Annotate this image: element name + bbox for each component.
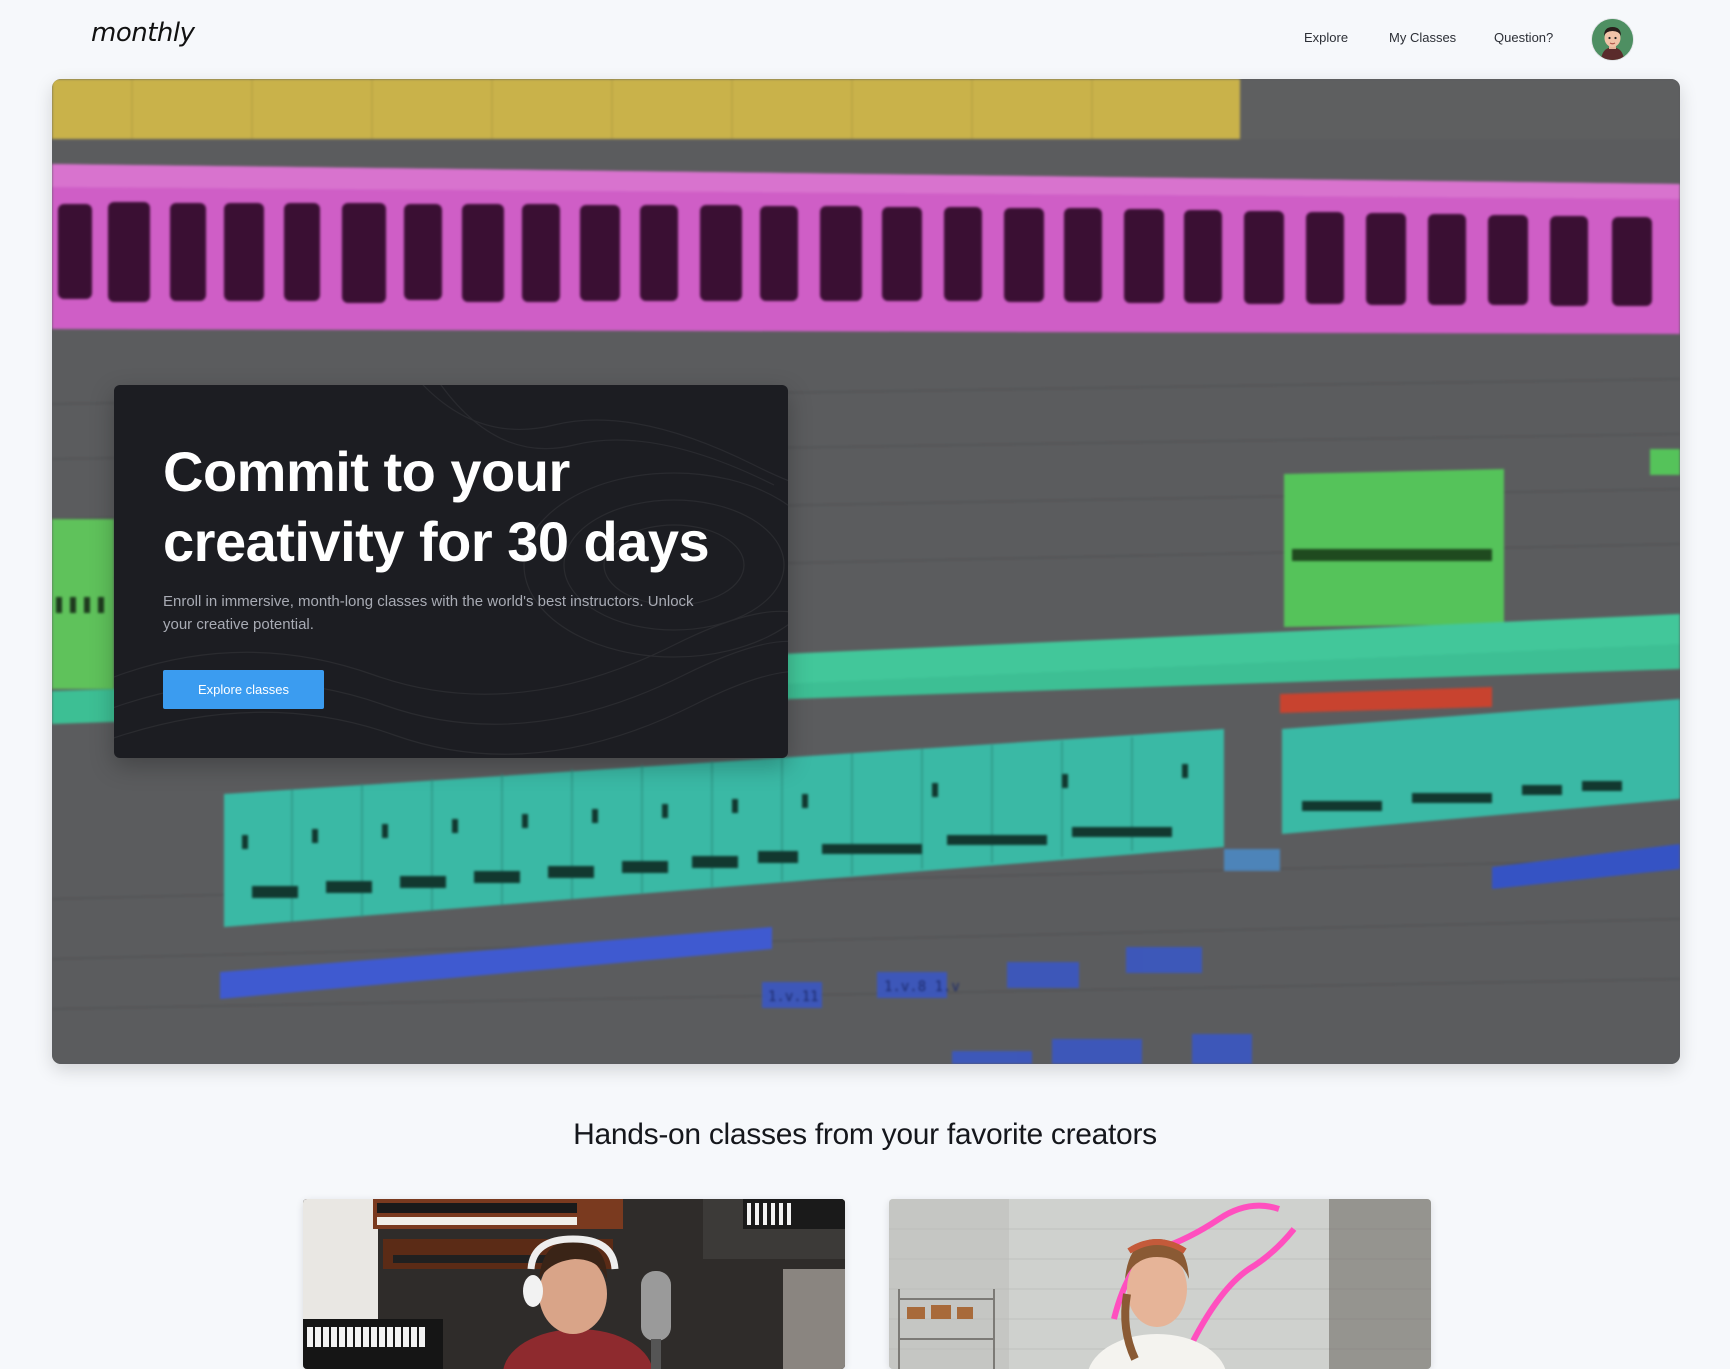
hero-title: Commit to your creativity for 30 days (163, 440, 710, 573)
hero-subtitle: Enroll in immersive, month-long classes … (163, 593, 694, 633)
class-card-music-thumbnail (303, 1199, 845, 1369)
user-avatar-icon[interactable] (1592, 19, 1633, 60)
nav-question[interactable]: Question? (1494, 30, 1553, 45)
section-title: Hands-on classes from your favorite crea… (573, 1118, 1157, 1151)
class-card-music[interactable] (303, 1199, 845, 1369)
hero-card: Commit to your creativity for 30 days En… (114, 385, 788, 758)
explore-classes-button[interactable]: Explore classes (163, 670, 324, 709)
nav-my-classes[interactable]: My Classes (1389, 30, 1456, 45)
hero-banner: 1.v.11 1.v.8 1.v Commit to your creativi… (52, 79, 1680, 1064)
svg-text:1.v.11: 1.v.11 (768, 989, 819, 1005)
logo[interactable]: monthly (91, 18, 195, 48)
svg-text:1.v.8 1.v: 1.v.8 1.v (884, 979, 960, 995)
top-header: monthly Explore My Classes Question? (0, 0, 1730, 78)
class-card-baking[interactable] (889, 1199, 1431, 1369)
nav-explore[interactable]: Explore (1304, 30, 1348, 45)
class-card-baking-thumbnail (889, 1199, 1431, 1369)
